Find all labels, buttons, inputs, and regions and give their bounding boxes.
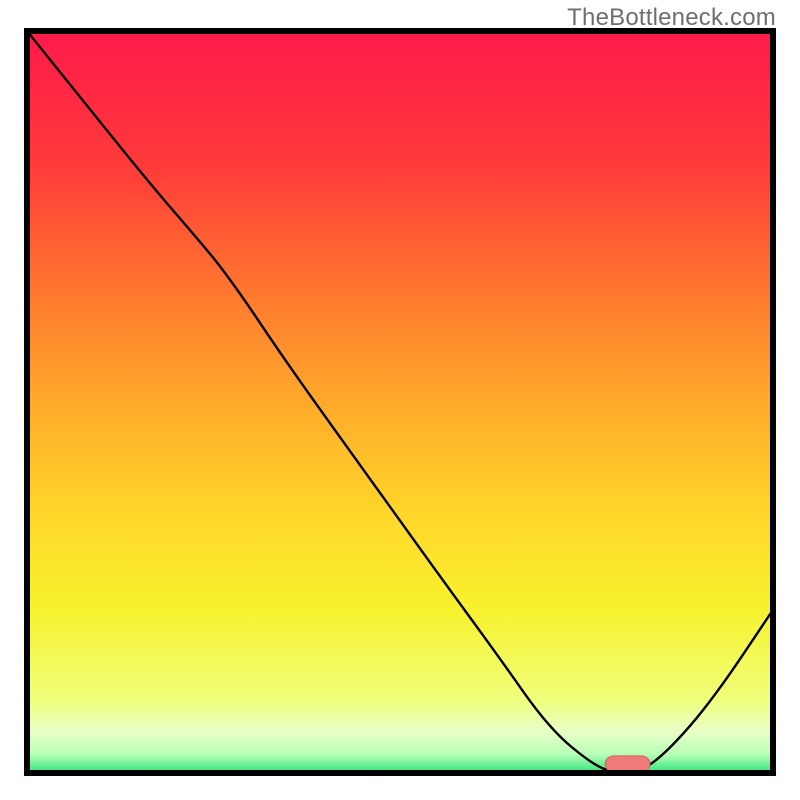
chart-frame: TheBottleneck.com (0, 0, 800, 800)
watermark-text: TheBottleneck.com (567, 4, 776, 32)
minimum-marker (605, 756, 650, 772)
gradient-background (27, 31, 773, 773)
bottleneck-chart-svg (24, 28, 776, 776)
plot-area (24, 28, 776, 776)
